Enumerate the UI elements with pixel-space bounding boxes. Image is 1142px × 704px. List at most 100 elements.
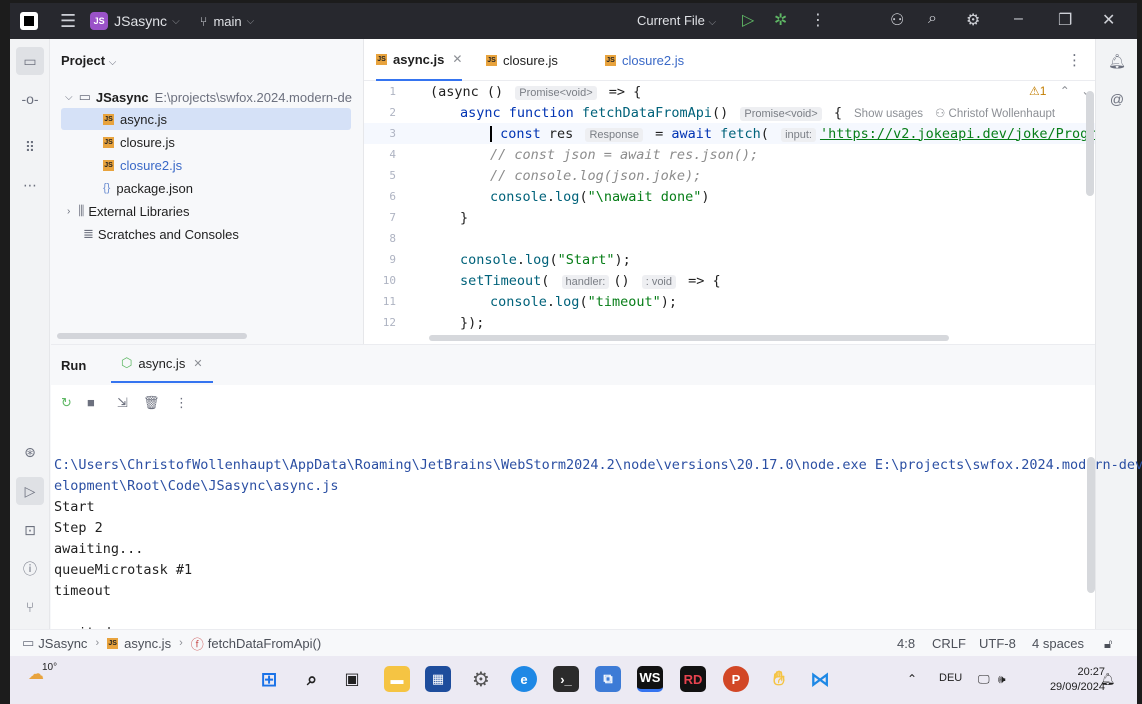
lock-icon[interactable]: 🔓︎ xyxy=(1104,636,1112,652)
chevron-down-icon[interactable]: ⌵ xyxy=(65,92,73,103)
project-name[interactable]: JSasync xyxy=(114,13,167,29)
tab-closure-js[interactable]: JS closure.js xyxy=(486,39,558,81)
add-user-icon[interactable]: ⚇ xyxy=(890,10,904,30)
restore-icon[interactable]: ❐ xyxy=(1058,10,1072,30)
breadcrumb-function[interactable]: fetchDataFromApi() xyxy=(208,636,321,651)
vscode-icon[interactable]: ⋈ xyxy=(807,666,833,692)
chevron-down-icon[interactable]: ⌵ xyxy=(247,16,255,27)
volume-icon[interactable]: 🕪︎ xyxy=(998,672,1006,687)
calculator-app-icon[interactable]: ▦ xyxy=(425,666,451,692)
tree-file-package-json[interactable]: {} package.json xyxy=(51,177,363,199)
tab-async-js[interactable]: JS async.js ✕ xyxy=(376,39,463,81)
close-icon[interactable]: ✕ xyxy=(1102,10,1115,30)
chevron-down-icon[interactable]: ⌵ xyxy=(172,16,180,27)
code-line[interactable]: 2 async function fetchDataFromApi() Promi… xyxy=(364,102,1097,123)
export-icon[interactable]: ⇲ xyxy=(117,395,128,411)
rider-taskbar-icon[interactable]: RD xyxy=(680,666,706,692)
run-configuration-selector[interactable]: Current File ⌵ xyxy=(637,13,716,28)
code-line[interactable]: 10 setTimeout( handler:() : void => { xyxy=(364,270,1097,291)
keyboard-language[interactable]: DEU xyxy=(939,672,962,684)
tree-root[interactable]: ⌵ ▭ JSasync E:\projects\swfox.2024.moder… xyxy=(51,86,363,108)
code-line[interactable]: 5 // console.log(json.joke); xyxy=(364,165,1097,186)
show-usages-link[interactable]: Show usages xyxy=(854,108,923,120)
code-line[interactable]: 11 console.log("timeout"); xyxy=(364,291,1097,312)
main-menu-icon[interactable]: ☰ xyxy=(60,11,76,32)
caret-position[interactable]: 4:8 xyxy=(897,636,915,651)
run-icon[interactable]: ▷ xyxy=(742,10,754,30)
inspection-widget[interactable]: ⚠1 ⌃ ⌄ xyxy=(1029,84,1091,98)
code-line[interactable]: 9 console.log("Start"); xyxy=(364,249,1097,270)
project-horizontal-scrollbar[interactable] xyxy=(57,333,247,339)
remote-desktop-icon[interactable]: ⧉ xyxy=(595,666,621,692)
code-line[interactable]: 6 console.log("\nawait done") xyxy=(364,186,1097,207)
search-icon[interactable]: ⌕ xyxy=(928,10,937,28)
chevron-right-icon[interactable]: › xyxy=(67,206,70,217)
commit-tool-icon[interactable]: -o- xyxy=(20,89,40,109)
code-author-hint[interactable]: ⚇ Christof Wollenhaupt xyxy=(935,108,1055,120)
windows-start-icon[interactable]: ⊞ xyxy=(256,666,282,692)
breadcrumb-project[interactable]: JSasync xyxy=(38,636,87,651)
code-line[interactable]: 3 const res Response = await fetch( inpu… xyxy=(364,123,1137,144)
more-options-icon[interactable]: ⋮ xyxy=(175,395,188,411)
git-branch-icon[interactable]: ⑂ xyxy=(200,14,208,29)
editor-horizontal-scrollbar[interactable] xyxy=(429,335,949,341)
structure-tool-icon[interactable]: ⠿ xyxy=(20,137,40,157)
run-vertical-scrollbar[interactable] xyxy=(1087,457,1095,593)
file-encoding[interactable]: UTF-8 xyxy=(979,636,1016,651)
edge-browser-icon[interactable]: e xyxy=(511,666,537,692)
webstorm-taskbar-icon[interactable]: WS xyxy=(637,666,663,692)
more-tools-icon[interactable]: ⋯ xyxy=(20,175,40,195)
code-line[interactable]: 8 xyxy=(364,228,1097,249)
settings-gear-icon[interactable]: ⚙ xyxy=(966,10,980,30)
tree-file-async[interactable]: JS async.js xyxy=(61,108,351,130)
project-tool-icon[interactable]: ▭ xyxy=(16,47,44,75)
tree-file-closure2[interactable]: JS closure2.js xyxy=(51,154,363,176)
line-separator[interactable]: CRLF xyxy=(932,636,966,651)
breadcrumb-file[interactable]: async.js xyxy=(124,636,171,651)
ai-assistant-icon[interactable]: @ xyxy=(1107,89,1127,109)
tray-chevron-up-icon[interactable]: ⌃ xyxy=(907,672,917,686)
chevron-up-icon[interactable]: ⌃ xyxy=(1060,84,1070,98)
close-tab-icon[interactable]: ✕ xyxy=(193,357,202,370)
close-tab-icon[interactable]: ✕ xyxy=(452,52,462,66)
task-view-icon[interactable]: ▣ xyxy=(339,666,365,692)
file-explorer-icon[interactable]: ▬ xyxy=(384,666,410,692)
minimize-icon[interactable]: – xyxy=(1014,10,1023,28)
notification-bell-icon[interactable]: 🔔︎ xyxy=(1100,672,1115,686)
debug-icon[interactable]: ✲ xyxy=(774,10,787,30)
editor-vertical-scrollbar[interactable] xyxy=(1086,91,1094,196)
terminal-icon[interactable]: ⊡ xyxy=(20,520,40,540)
tab-options-icon[interactable]: ⋮ xyxy=(1067,51,1082,69)
project-badge[interactable]: JS xyxy=(90,12,109,30)
code-line[interactable]: 4 // const json = await res.json(); xyxy=(364,144,1097,165)
webstorm-logo-icon[interactable] xyxy=(20,12,38,30)
stop-icon[interactable]: ■ xyxy=(87,395,95,410)
rerun-icon[interactable]: ↻ xyxy=(61,395,72,411)
tab-closure2-js[interactable]: JS closure2.js xyxy=(605,39,684,81)
weather-widget[interactable]: ☁ 10° xyxy=(28,662,57,684)
indent-setting[interactable]: 4 spaces xyxy=(1032,636,1084,651)
tree-scratches[interactable]: ≣ Scratches and Consoles xyxy=(51,223,363,245)
powerpoint-icon[interactable]: P xyxy=(723,666,749,692)
terminal-app-icon[interactable]: ›_ xyxy=(553,666,579,692)
trash-icon[interactable]: 🗑︎ xyxy=(143,395,160,411)
code-line[interactable]: 7} xyxy=(364,207,1097,228)
code-line[interactable]: 1 (async () Promise<void> => { xyxy=(364,81,1097,102)
branch-name[interactable]: main xyxy=(213,14,241,29)
hand-app-icon[interactable]: ✋︎ xyxy=(766,666,792,692)
tree-external-libraries[interactable]: › ⫼ External Libraries xyxy=(51,200,363,222)
search-icon[interactable]: ⌕ xyxy=(299,666,325,692)
project-panel-header[interactable]: Project ⌵ xyxy=(61,53,116,68)
git-icon[interactable]: ⑂ xyxy=(20,597,40,617)
run-tool-icon[interactable]: ▷ xyxy=(16,477,44,505)
run-tab-async-js[interactable]: ⬡ async.js ✕ xyxy=(111,345,213,383)
tree-file-closure[interactable]: JS closure.js xyxy=(51,131,363,153)
services-icon[interactable]: ⊛ xyxy=(20,442,40,462)
code-line[interactable]: 12}); xyxy=(364,312,1097,333)
more-actions-icon[interactable]: ⋮ xyxy=(810,10,826,30)
problems-icon[interactable]: ⓘ xyxy=(20,559,40,579)
settings-app-icon[interactable]: ⚙ xyxy=(468,666,494,692)
network-icon[interactable]: 🖵︎ xyxy=(978,672,990,687)
taskbar-clock[interactable]: 20:27 29/09/2024 xyxy=(1050,665,1105,695)
notifications-bell-icon[interactable]: 🔔︎ xyxy=(1107,51,1127,71)
